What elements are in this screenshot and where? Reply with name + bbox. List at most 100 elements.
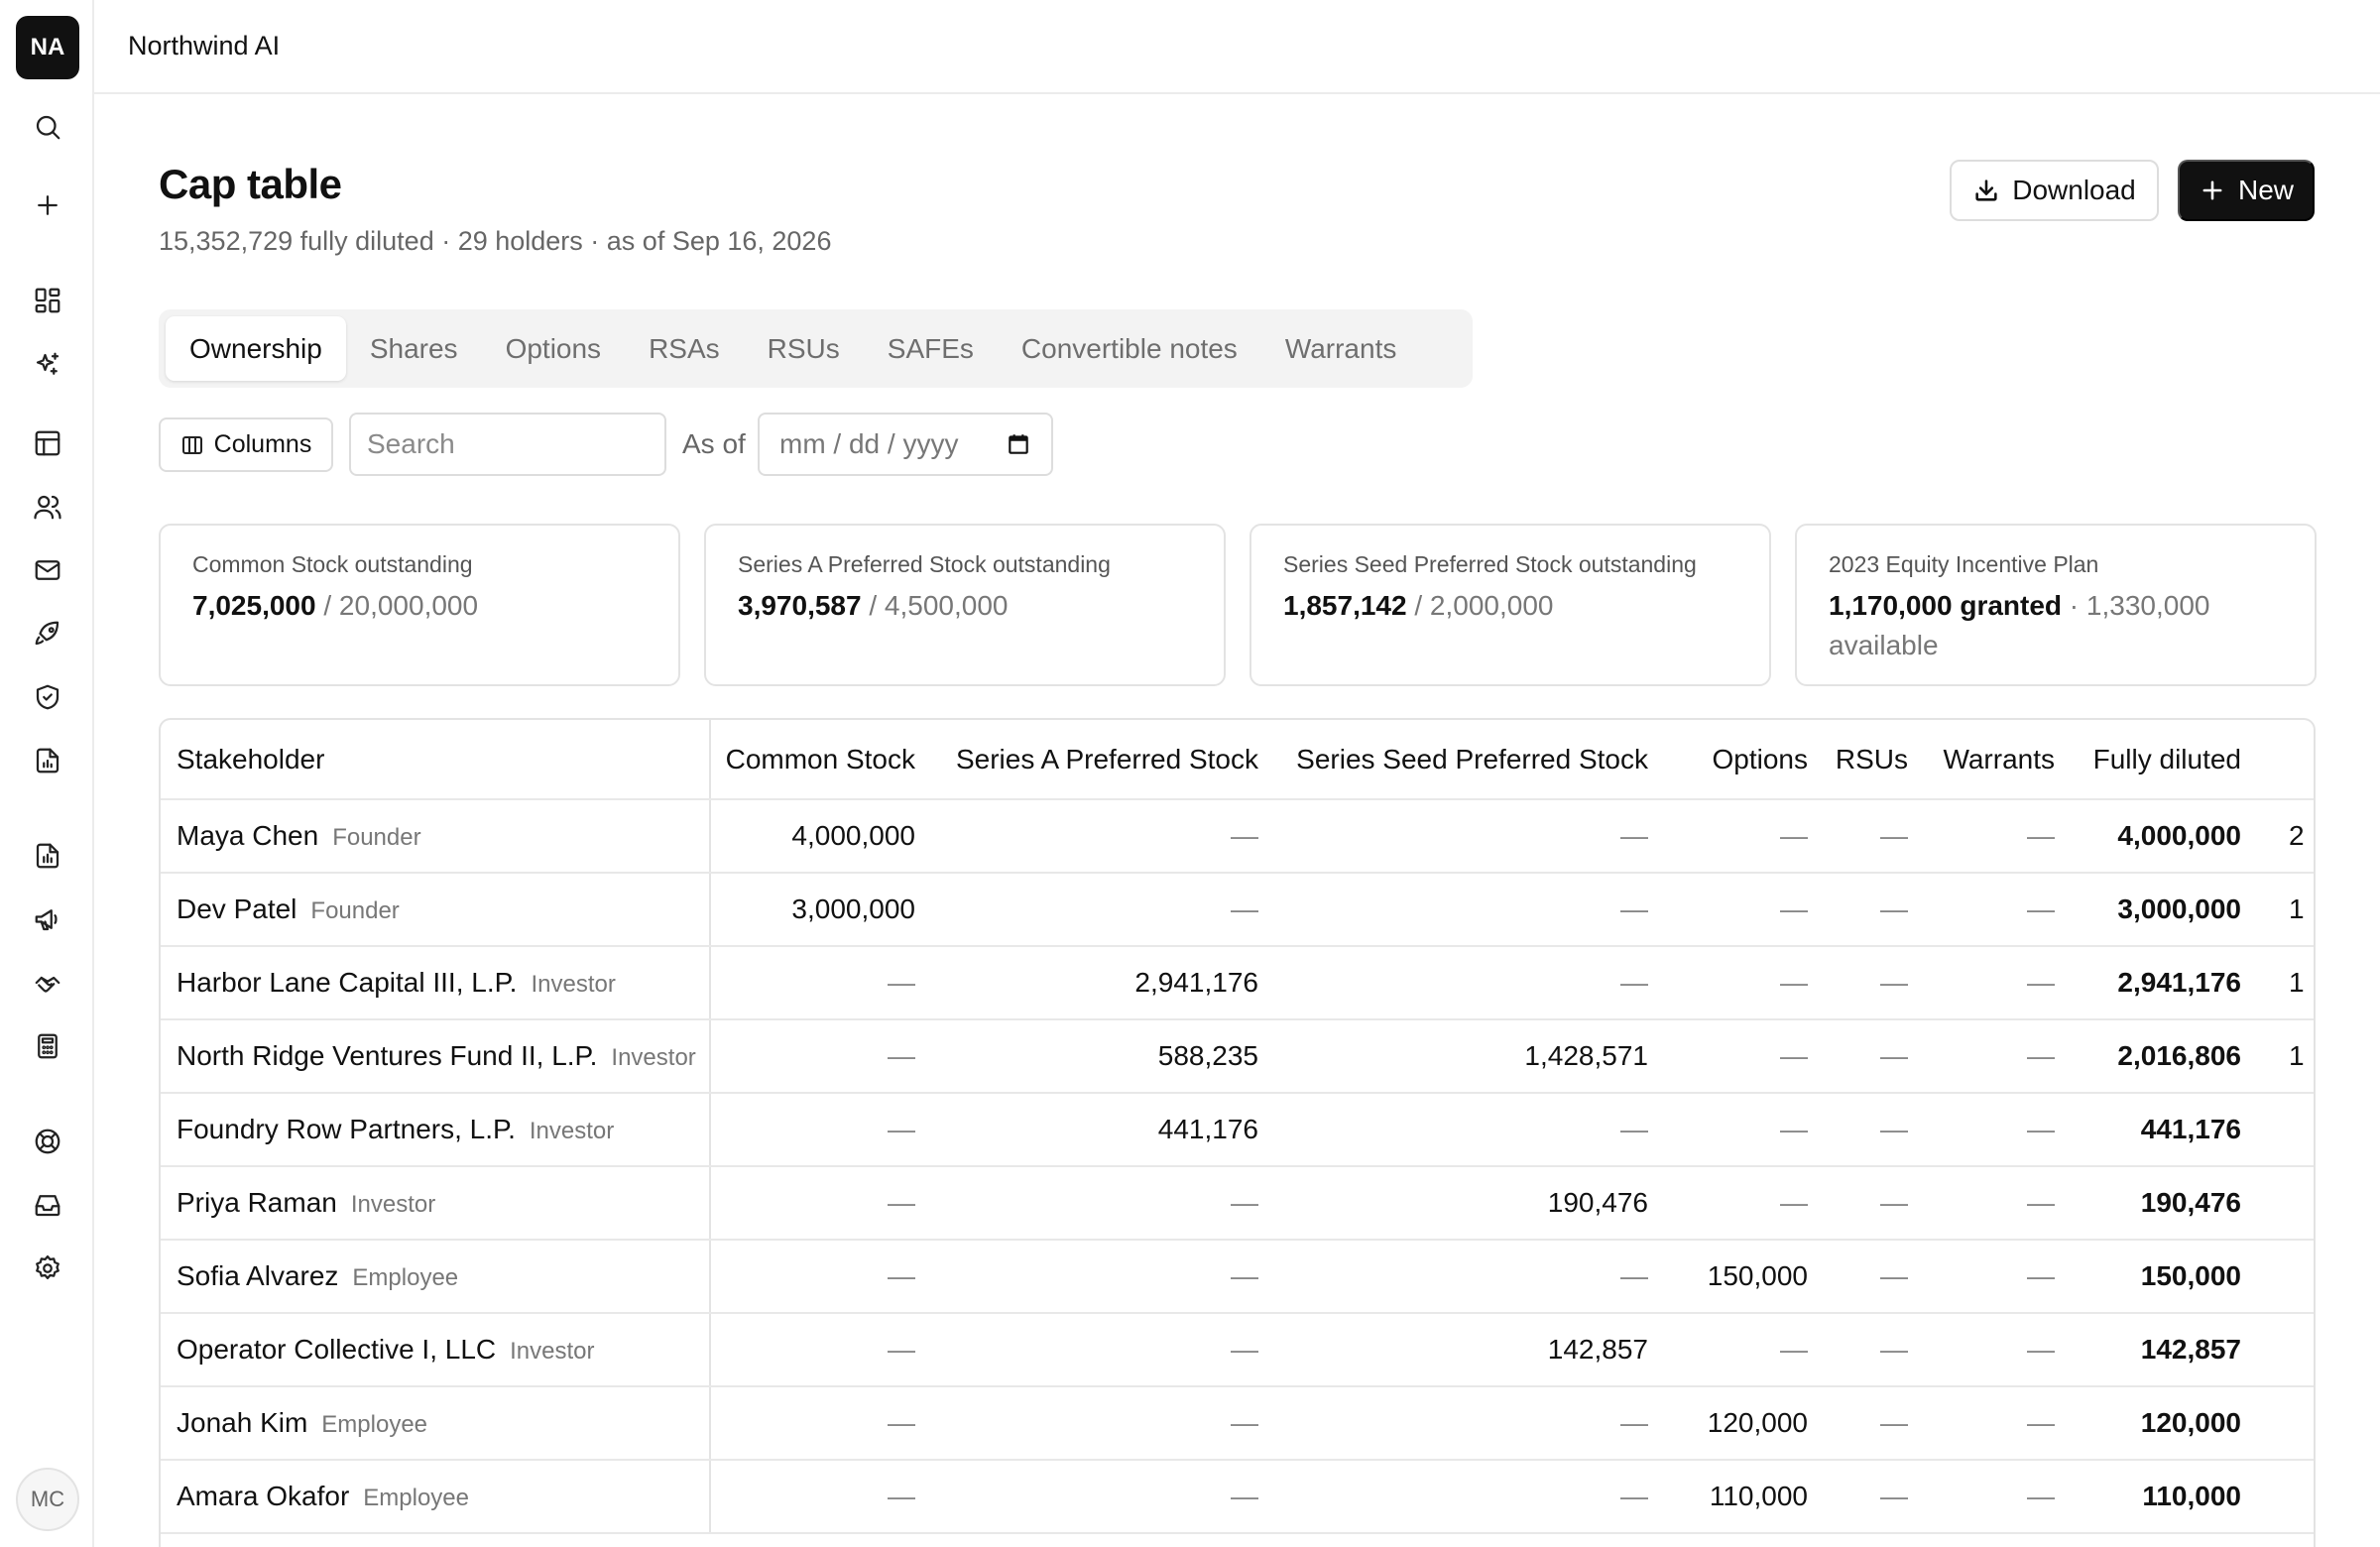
- user-avatar[interactable]: MC: [16, 1468, 79, 1531]
- stakeholder-cell[interactable]: Sofia Alvarez Employee: [161, 1240, 711, 1314]
- options-cell: —: [1664, 799, 1824, 874]
- stakeholder-cell[interactable]: North Ridge Ventures Fund II, L.P. Invest…: [161, 1019, 711, 1094]
- rocket-icon[interactable]: [27, 613, 68, 654]
- overflow-cell: [2257, 1093, 2314, 1167]
- tab-shares[interactable]: Shares: [346, 316, 482, 381]
- rsus-cell: —: [1824, 799, 1924, 874]
- org-logo[interactable]: NA: [16, 16, 79, 79]
- warrants-cell: —: [1924, 799, 2071, 874]
- warrants-cell: —: [1924, 1460, 2071, 1534]
- inbox-icon[interactable]: [27, 1184, 68, 1226]
- table-row[interactable]: Maya Chen Founder 4,000,000 — — — — — 4,0…: [161, 799, 2314, 874]
- fully-diluted-cell: 150,000: [2071, 1240, 2257, 1314]
- tab-options[interactable]: Options: [482, 316, 626, 381]
- stakeholder-name: Priya Raman: [177, 1187, 337, 1218]
- stakeholder-role: Investor: [350, 1191, 436, 1218]
- table-row[interactable]: Dev Patel Founder 3,000,000 — — — — — 3,0…: [161, 873, 2314, 947]
- stakeholder-cell[interactable]: Dev Patel Founder: [161, 873, 711, 947]
- column-header-warrants[interactable]: Warrants: [1924, 720, 2071, 800]
- megaphone-icon[interactable]: [27, 898, 68, 940]
- stakeholder-cell[interactable]: Foundry Row Partners, L.P. Investor: [161, 1093, 711, 1167]
- stakeholder-role: Employee: [321, 1411, 428, 1438]
- series-seed-cell: 142,857: [1274, 1313, 1664, 1387]
- card-secondary-value: 4,500,000: [884, 590, 1009, 621]
- series-a-cell: —: [931, 1460, 1274, 1534]
- fully-diluted-cell: 110,000: [2071, 1460, 2257, 1534]
- column-header-fully-diluted[interactable]: Fully diluted: [2071, 720, 2257, 800]
- report-icon[interactable]: [27, 740, 68, 781]
- org-name[interactable]: Northwind AI: [128, 31, 280, 61]
- dashboard-icon[interactable]: [27, 280, 68, 321]
- table-row[interactable]: Operator Collective I, LLC Investor — — 1…: [161, 1313, 2314, 1387]
- card-primary-value: 3,970,587: [738, 590, 862, 621]
- stakeholder-name: Foundry Row Partners, L.P.: [177, 1114, 516, 1144]
- search-input[interactable]: [349, 413, 666, 476]
- series-seed-cell: —: [1274, 1240, 1664, 1314]
- shield-icon[interactable]: [27, 676, 68, 718]
- table-icon[interactable]: [27, 422, 68, 464]
- table-row[interactable]: North Ridge Ventures Fund II, L.P. Invest…: [161, 1019, 2314, 1094]
- table-row[interactable]: Sofia Alvarez Employee — — — 150,000 — — …: [161, 1240, 2314, 1314]
- gear-icon[interactable]: [27, 1248, 68, 1289]
- common-cell: 3,000,000: [710, 873, 931, 947]
- table-row[interactable]: Priya Raman Investor — — 190,476 — — — 19…: [161, 1166, 2314, 1241]
- table-row[interactable]: Harbor Lane Capital III, L.P. Investor — …: [161, 946, 2314, 1020]
- series-seed-cell: —: [1274, 1386, 1664, 1461]
- tab-rsus[interactable]: RSUs: [744, 316, 864, 381]
- series-a-cell: 2,941,176: [931, 946, 1274, 1020]
- warrants-cell: —: [1924, 873, 2071, 947]
- stakeholder-cell[interactable]: Maya Chen Founder: [161, 799, 711, 874]
- table-row[interactable]: Amara Okafor Employee — — — 110,000 — — 1…: [161, 1460, 2314, 1534]
- cap-table: Stakeholder Common Stock Series A Prefer…: [159, 718, 2316, 1547]
- column-header-stakeholder[interactable]: Stakeholder: [161, 720, 711, 800]
- stakeholder-role: Investor: [510, 1338, 595, 1365]
- card-value: 7,025,000 / 20,000,000: [192, 586, 647, 626]
- stakeholder-cell[interactable]: Operator Collective I, LLC Investor: [161, 1313, 711, 1387]
- search-icon[interactable]: [27, 106, 68, 148]
- handshake-icon[interactable]: [27, 962, 68, 1004]
- tab-convertible-notes[interactable]: Convertible notes: [998, 316, 1261, 381]
- lifebuoy-icon[interactable]: [27, 1121, 68, 1162]
- table-row[interactable]: Foundry Row Partners, L.P. Investor — 441…: [161, 1093, 2314, 1167]
- stakeholder-cell[interactable]: Priya Raman Investor: [161, 1166, 711, 1241]
- stakeholder-cell[interactable]: Harbor Lane Capital III, L.P. Investor: [161, 946, 711, 1020]
- rsus-cell: —: [1824, 946, 1924, 1020]
- sparkles-icon[interactable]: [27, 344, 68, 386]
- rsus-cell: —: [1824, 1240, 1924, 1314]
- fully-diluted-cell: 4,000,000: [2071, 799, 2257, 874]
- download-button[interactable]: Download: [1950, 160, 2159, 221]
- plus-icon[interactable]: [27, 184, 68, 226]
- column-header-options[interactable]: Options: [1664, 720, 1824, 800]
- overflow-cell: [2257, 1386, 2314, 1461]
- tab-warrants[interactable]: Warrants: [1261, 316, 1421, 381]
- series-seed-cell: —: [1274, 1093, 1664, 1167]
- stakeholder-cell[interactable]: Amara Okafor Employee: [161, 1460, 711, 1534]
- tab-ownership[interactable]: Ownership: [166, 316, 346, 381]
- columns-button[interactable]: Columns: [159, 417, 333, 472]
- column-header-series-seed[interactable]: Series Seed Preferred Stock: [1274, 720, 1664, 800]
- common-cell: —: [710, 1313, 931, 1387]
- options-cell: —: [1664, 1313, 1824, 1387]
- options-cell: 120,000: [1664, 1386, 1824, 1461]
- options-cell: —: [1664, 1166, 1824, 1241]
- users-icon[interactable]: [27, 486, 68, 528]
- column-header-series-a[interactable]: Series A Preferred Stock: [931, 720, 1274, 800]
- table-row[interactable]: Jonah Kim Employee — — — 120,000 — — 120,…: [161, 1386, 2314, 1461]
- stakeholder-cell[interactable]: Jonah Kim Employee: [161, 1386, 711, 1461]
- tab-safes[interactable]: SAFEs: [864, 316, 998, 381]
- fully-diluted-cell: 441,176: [2071, 1093, 2257, 1167]
- cap-table-grid: Stakeholder Common Stock Series A Prefer…: [161, 720, 2314, 1534]
- stakeholder-name: Amara Okafor: [177, 1481, 350, 1511]
- common-cell: —: [710, 946, 931, 1020]
- as-of-date-input[interactable]: mm / dd / yyyy: [758, 413, 1053, 476]
- calendar-icon[interactable]: [1006, 431, 1031, 457]
- series-seed-cell: 1,428,571: [1274, 1019, 1664, 1094]
- column-header-rsus[interactable]: RSUs: [1824, 720, 1924, 800]
- column-header-common-stock[interactable]: Common Stock: [710, 720, 931, 800]
- mail-icon[interactable]: [27, 549, 68, 591]
- tab-rsas[interactable]: RSAs: [625, 316, 744, 381]
- document-chart-icon[interactable]: [27, 835, 68, 877]
- calculator-icon[interactable]: [27, 1025, 68, 1067]
- common-cell: —: [710, 1460, 931, 1534]
- new-button[interactable]: New: [2178, 160, 2315, 221]
